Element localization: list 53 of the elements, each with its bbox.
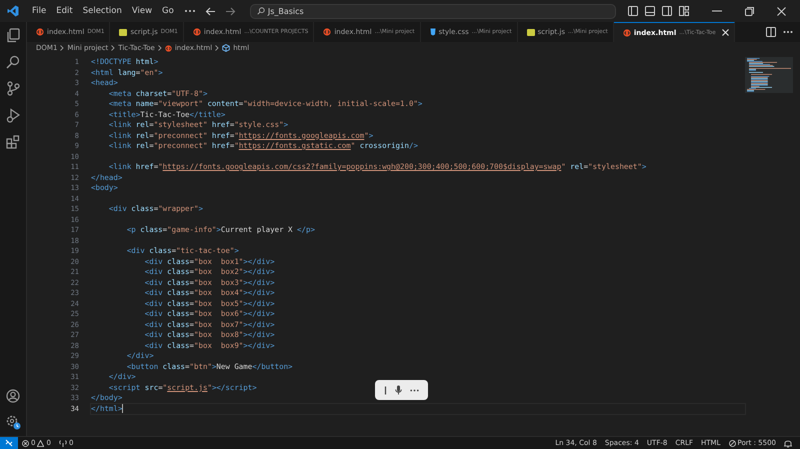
run-debug-icon[interactable] [6,108,20,123]
restore-icon[interactable] [745,6,754,16]
more-icon[interactable] [184,7,196,15]
extensions-icon[interactable] [6,135,20,149]
no-entry-icon [728,440,736,446]
vscode-logo-icon [7,5,19,17]
antenna-icon [58,440,67,446]
css-file-icon [430,28,436,36]
menu-item[interactable]: Selection [78,6,127,16]
bell-icon[interactable] [784,438,792,448]
microphone-icon[interactable] [395,385,402,395]
forward-arrow-icon[interactable] [224,6,236,16]
search-icon [256,7,265,15]
source-control-icon[interactable] [6,81,20,96]
cube-icon [222,44,230,52]
warning-icon [37,440,44,446]
chevron-icon [111,45,116,51]
chevron-icon [60,45,64,51]
text-cursor [122,404,124,414]
chevron-icon [215,45,220,51]
menu-item[interactable]: Go [157,6,179,16]
error-icon [22,440,29,446]
layout-icon[interactable] [679,6,689,16]
text-cursor-icon[interactable] [384,386,387,394]
html-file-icon [164,44,172,52]
back-arrow-icon[interactable] [204,6,216,16]
html-file-icon [36,28,44,36]
close-icon[interactable] [722,29,729,36]
html-file-icon [192,28,201,36]
js-file-icon [526,28,535,36]
close-icon[interactable] [777,6,786,16]
menu-item[interactable]: File [27,6,52,16]
menu-item[interactable]: Edit [51,6,78,16]
search-icon[interactable] [6,55,20,69]
html-file-icon [323,28,332,36]
minimize-icon[interactable] [712,10,722,12]
explorer-icon[interactable] [6,28,20,43]
more-icon[interactable] [783,30,793,34]
more-icon[interactable] [410,388,419,392]
search-field[interactable]: Js_Basics [250,4,616,18]
split-editor-icon[interactable] [766,27,776,37]
panel-toggle-icon[interactable] [645,6,655,16]
minimap-drawing[interactable] [745,57,793,93]
chevron-icon [158,45,162,51]
settings-icon[interactable] [6,415,20,430]
js-file-icon [119,28,128,36]
account-icon[interactable] [6,389,20,403]
remote-icon [5,439,13,447]
sidebar-toggle-icon[interactable] [628,6,638,16]
remote-button[interactable] [0,437,18,449]
secondary-sidebar-icon[interactable] [662,6,672,16]
menu-item[interactable]: View [126,6,158,16]
html-file-icon [622,28,631,36]
